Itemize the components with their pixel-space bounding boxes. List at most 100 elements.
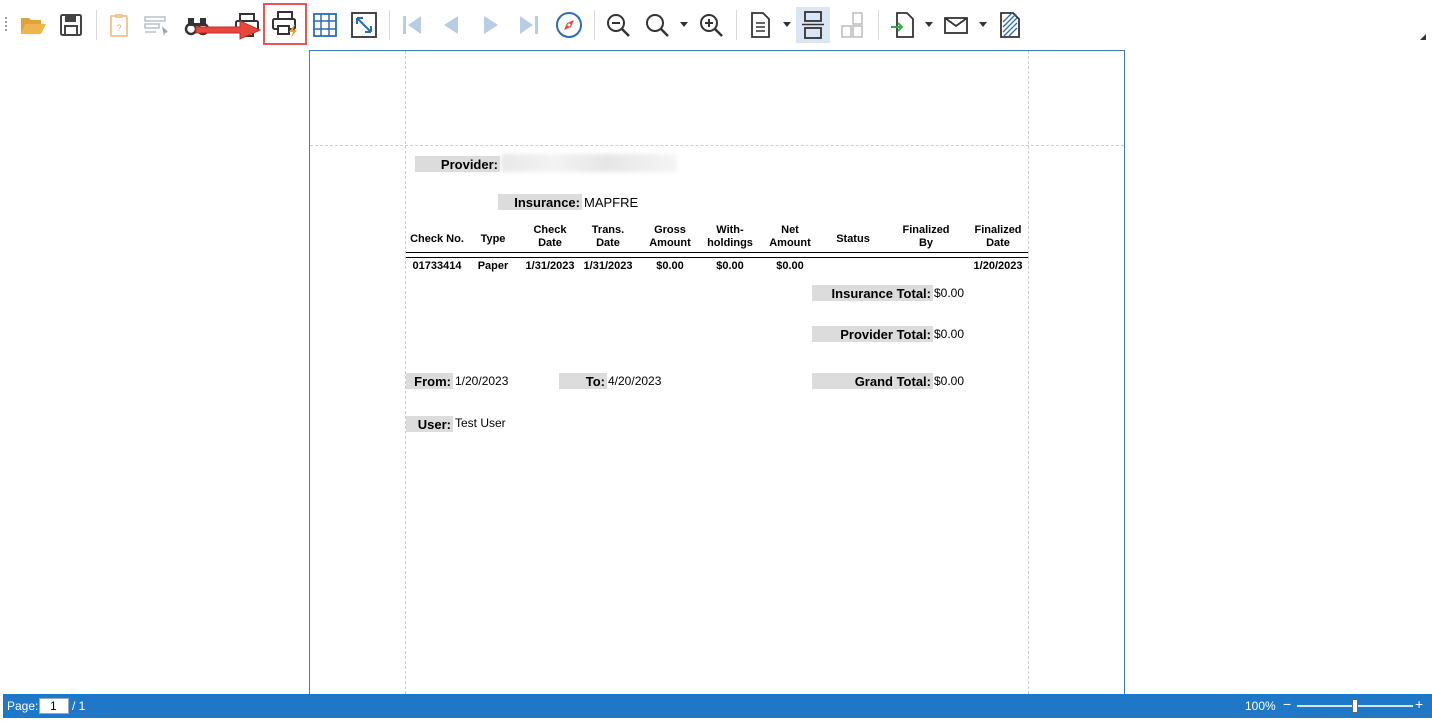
insurance-label: Insurance: — [498, 194, 582, 210]
email-button[interactable] — [939, 7, 973, 43]
zoom-dropdown-icon[interactable] — [680, 22, 688, 27]
export-document-icon — [891, 12, 914, 38]
table-cell: 1/20/2023 — [973, 260, 1023, 272]
user-value: Test User — [455, 416, 506, 430]
export-button[interactable] — [886, 7, 920, 43]
folder-open-icon — [21, 18, 46, 34]
toolbar-grip[interactable] — [5, 17, 7, 31]
toolbar-separator — [389, 10, 390, 40]
watermark-button[interactable] — [993, 7, 1027, 43]
report-viewer-window: ? Provider: Insurance: MAPFRE Check No. … — [0, 0, 1432, 722]
from-value: 1/20/2023 — [455, 374, 509, 388]
quick-printer-icon — [272, 11, 297, 38]
first-page-icon — [403, 16, 421, 34]
editing-fields-button[interactable] — [140, 7, 174, 43]
page-setup-button[interactable] — [308, 7, 342, 43]
zoom-in-icon — [700, 14, 723, 37]
navigation-button[interactable] — [552, 7, 586, 43]
first-page-button[interactable] — [395, 7, 429, 43]
header-rule — [406, 252, 1028, 253]
last-page-button[interactable] — [512, 7, 546, 43]
export-dropdown-icon[interactable] — [925, 22, 933, 27]
column-header-line: With- — [716, 224, 744, 236]
toolbar: ? — [0, 0, 1432, 48]
table-cell: $0.00 — [656, 260, 684, 272]
page-number-input[interactable]: 1 — [39, 698, 69, 714]
parameters-button[interactable]: ? — [102, 7, 136, 43]
svg-text:?: ? — [116, 23, 121, 33]
column-header: Status — [836, 233, 870, 245]
zoom-out-button[interactable] — [601, 7, 635, 43]
toolbar-overflow-icon[interactable] — [1420, 34, 1426, 40]
grand-total-label: Grand Total: — [812, 373, 933, 389]
toolbar-separator — [736, 10, 737, 40]
margin-guide-right — [1028, 51, 1029, 694]
column-header-line: holdings — [707, 237, 753, 249]
table-cell: Paper — [477, 260, 509, 272]
column-header: Finalized Date — [968, 224, 1028, 250]
grand-total-value: $0.00 — [934, 374, 965, 388]
open-button[interactable] — [16, 7, 50, 43]
toolbar-separator — [96, 10, 97, 40]
column-header-line: Finalized — [974, 224, 1022, 236]
compass-icon — [556, 12, 582, 38]
next-page-icon — [484, 16, 498, 34]
save-button[interactable] — [54, 7, 88, 43]
insurance-total-value: $0.00 — [934, 286, 965, 300]
last-page-icon — [520, 16, 538, 34]
user-label: User: — [406, 416, 453, 432]
column-header: Check Date — [522, 224, 578, 250]
provider-total-label: Provider Total: — [812, 326, 933, 342]
table-cell: 01733414 — [412, 260, 462, 272]
edit-fields-icon — [144, 16, 168, 36]
continuous-view-icon — [802, 11, 824, 39]
table-cell: $0.00 — [716, 260, 744, 272]
preview-area[interactable]: Provider: Insurance: MAPFRE Check No. Typ… — [0, 48, 1432, 694]
email-dropdown-icon[interactable] — [979, 22, 987, 27]
column-header-line: Check — [533, 224, 567, 236]
column-header-line: Date — [538, 237, 562, 249]
to-label: To: — [559, 373, 607, 389]
column-header-line: Gross — [654, 224, 686, 236]
provider-label: Provider: — [415, 156, 500, 172]
single-page-dropdown-icon[interactable] — [783, 22, 791, 27]
previous-page-button[interactable] — [434, 7, 468, 43]
next-page-button[interactable] — [474, 7, 508, 43]
header-rule-secondary — [406, 257, 1028, 258]
page-label: Page: — [7, 699, 39, 713]
table-cell: 1/31/2023 — [583, 260, 633, 272]
column-header: Gross Amount — [642, 224, 698, 250]
zoom-slider-thumb[interactable] — [1352, 699, 1358, 713]
table-cell: 1/31/2023 — [525, 260, 575, 272]
zoom-plus-button[interactable]: + — [1415, 697, 1423, 711]
margin-guide-top — [310, 145, 1124, 146]
zoom-percent: 100% — [1245, 699, 1276, 713]
zoom-button[interactable] — [640, 7, 674, 43]
insurance-total-label: Insurance Total: — [812, 285, 933, 301]
zoom-icon — [646, 14, 669, 37]
continuous-view-button[interactable] — [796, 7, 830, 43]
annotation-arrow-icon — [195, 20, 262, 40]
status-bar: Page: 1 / 1 100% − + — [3, 694, 1432, 718]
watermark-icon — [1000, 12, 1020, 38]
scale-button[interactable] — [347, 7, 381, 43]
page-total: / 1 — [72, 699, 86, 713]
grid-icon — [313, 13, 337, 37]
to-value: 4/20/2023 — [608, 374, 662, 388]
insurance-value: MAPFRE — [584, 195, 639, 210]
provider-value-redacted — [501, 154, 677, 172]
zoom-in-button[interactable] — [694, 7, 728, 43]
report-page: Provider: Insurance: MAPFRE Check No. Typ… — [309, 50, 1125, 694]
multiple-pages-button[interactable] — [835, 7, 869, 43]
toolbar-separator — [594, 10, 595, 40]
column-header-line: Trans. — [591, 224, 625, 236]
column-header-line: Amount — [769, 237, 811, 249]
column-header: Finalized By — [894, 224, 958, 250]
column-header: Type — [480, 233, 506, 245]
zoom-minus-button[interactable]: − — [1283, 697, 1291, 711]
multiple-pages-icon — [841, 12, 863, 38]
single-page-button[interactable] — [743, 7, 777, 43]
quick-print-button[interactable] — [263, 3, 307, 45]
provider-total-value: $0.00 — [934, 327, 965, 341]
save-icon — [60, 14, 82, 36]
